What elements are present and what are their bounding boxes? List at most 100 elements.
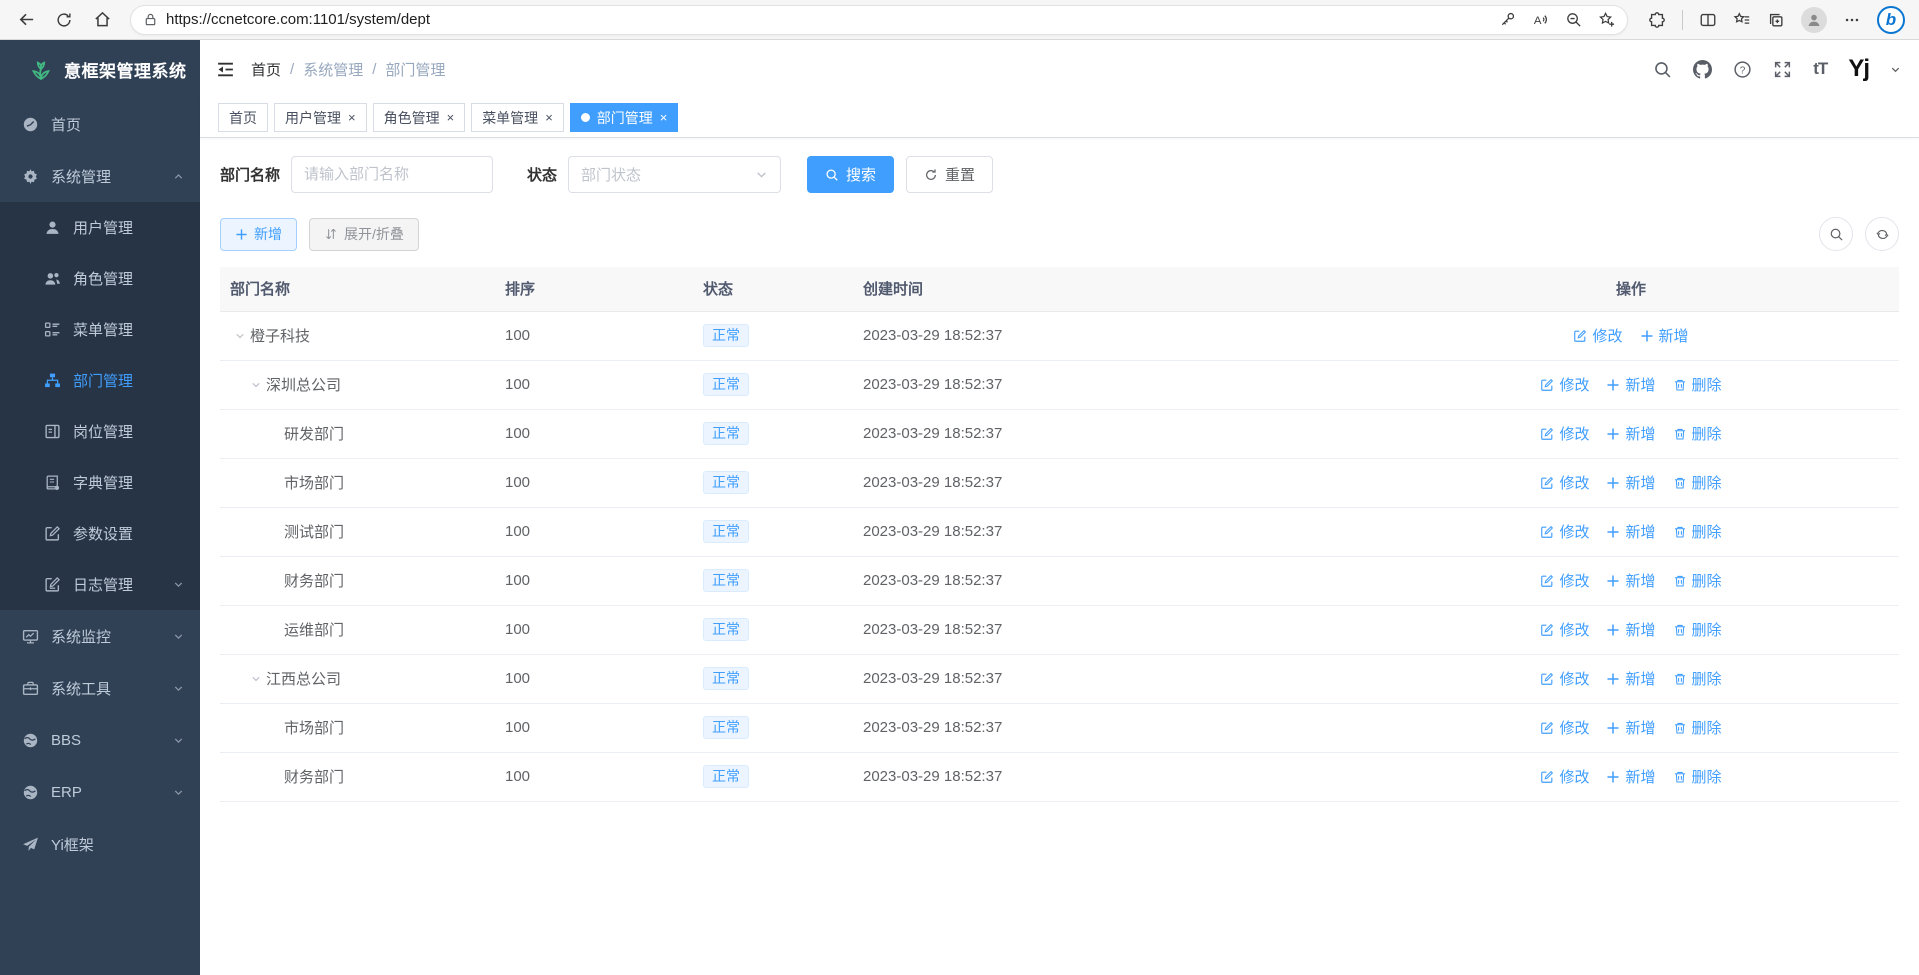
address-bar[interactable]: https://ccnetcore.com:1101/system/dept A xyxy=(130,5,1628,35)
split-screen-icon[interactable] xyxy=(1699,11,1717,29)
sidebar-subitem-1[interactable]: 角色管理 xyxy=(0,253,200,304)
sidebar-subitem-7[interactable]: 日志管理 xyxy=(0,559,200,610)
sidebar-item-3[interactable]: 系统工具 xyxy=(0,662,200,714)
close-tab-icon[interactable]: × xyxy=(447,110,455,125)
font-size-icon[interactable]: tT xyxy=(1813,59,1827,79)
tag-tab-3[interactable]: 菜单管理 × xyxy=(471,103,564,132)
dept-name[interactable]: 橙子科技 xyxy=(250,325,310,346)
add-button[interactable]: 新增 xyxy=(220,218,297,251)
collections-icon[interactable] xyxy=(1767,11,1785,29)
row-action-plus[interactable]: 新增 xyxy=(1606,766,1655,787)
show-search-circle-button[interactable] xyxy=(1819,217,1853,251)
tag-tab-0[interactable]: 首页 xyxy=(218,103,268,132)
app-logo[interactable]: 意框架管理系统 xyxy=(0,40,200,98)
row-action-plus[interactable]: 新增 xyxy=(1606,472,1655,493)
sidebar-subitem-2[interactable]: 菜单管理 xyxy=(0,304,200,355)
dept-name[interactable]: 测试部门 xyxy=(284,521,344,542)
fullscreen-icon[interactable] xyxy=(1773,60,1792,79)
dept-name[interactable]: 市场部门 xyxy=(284,717,344,738)
sidebar-item-0[interactable]: 首页 xyxy=(0,98,200,150)
plus-icon xyxy=(1606,476,1620,490)
close-tab-icon[interactable]: × xyxy=(545,110,553,125)
dept-name[interactable]: 运维部门 xyxy=(284,619,344,640)
row-action-trash[interactable]: 删除 xyxy=(1673,766,1722,787)
row-action-trash[interactable]: 删除 xyxy=(1673,717,1722,738)
row-action-edit[interactable]: 修改 xyxy=(1540,766,1589,787)
row-action-edit[interactable]: 修改 xyxy=(1540,521,1589,542)
row-action-plus[interactable]: 新增 xyxy=(1606,521,1655,542)
row-action-trash[interactable]: 删除 xyxy=(1673,423,1722,444)
tag-tab-4[interactable]: 部门管理 × xyxy=(570,103,679,132)
user-menu-caret-icon[interactable] xyxy=(1890,64,1901,75)
github-icon[interactable] xyxy=(1693,60,1712,79)
user-avatar-logo[interactable]: Yj xyxy=(1848,55,1869,83)
row-action-edit[interactable]: 修改 xyxy=(1540,717,1589,738)
refresh-table-circle-button[interactable] xyxy=(1865,217,1899,251)
sidebar-item-6[interactable]: Yi框架 xyxy=(0,818,200,870)
dept-name[interactable]: 江西总公司 xyxy=(266,668,341,689)
browser-profile-avatar[interactable] xyxy=(1801,7,1827,33)
row-action-plus[interactable]: 新增 xyxy=(1606,570,1655,591)
dept-name[interactable]: 市场部门 xyxy=(284,472,344,493)
bing-chat-icon[interactable]: b xyxy=(1877,6,1905,34)
row-action-plus[interactable]: 新增 xyxy=(1640,325,1689,346)
row-action-edit[interactable]: 修改 xyxy=(1540,619,1589,640)
sidebar-subitem-3[interactable]: 部门管理 xyxy=(0,355,200,406)
row-action-edit[interactable]: 修改 xyxy=(1540,374,1589,395)
help-icon[interactable]: ? xyxy=(1733,60,1752,79)
row-action-plus[interactable]: 新增 xyxy=(1606,423,1655,444)
breadcrumb-home[interactable]: 首页 xyxy=(251,59,281,80)
sidebar-item-4[interactable]: BBS xyxy=(0,714,200,766)
sidebar-subitem-6[interactable]: 参数设置 xyxy=(0,508,200,559)
sidebar-subitem-4[interactable]: 岗位管理 xyxy=(0,406,200,457)
row-action-edit[interactable]: 修改 xyxy=(1540,472,1589,493)
row-action-edit[interactable]: 修改 xyxy=(1540,570,1589,591)
row-action-edit[interactable]: 修改 xyxy=(1540,423,1589,444)
row-action-trash[interactable]: 删除 xyxy=(1673,374,1722,395)
dashboard-icon xyxy=(22,116,39,133)
sidebar-item-1[interactable]: 系统管理 xyxy=(0,150,200,202)
add-favorite-star-icon[interactable] xyxy=(1598,11,1615,28)
tag-tab-1[interactable]: 用户管理 × xyxy=(274,103,367,132)
zoom-out-icon[interactable] xyxy=(1565,11,1582,28)
row-action-trash[interactable]: 删除 xyxy=(1673,570,1722,591)
row-action-trash[interactable]: 删除 xyxy=(1673,521,1722,542)
dept-name[interactable]: 财务部门 xyxy=(284,766,344,787)
dept-name[interactable]: 深圳总公司 xyxy=(266,374,341,395)
extensions-icon[interactable] xyxy=(1648,11,1666,29)
sidebar-item-5[interactable]: ERP xyxy=(0,766,200,818)
row-action-edit[interactable]: 修改 xyxy=(1540,668,1589,689)
collapse-sidebar-icon[interactable] xyxy=(216,60,235,79)
sidebar-subitem-5[interactable]: 字典管理 xyxy=(0,457,200,508)
expand-collapse-button[interactable]: 展开/折叠 xyxy=(309,218,419,251)
browser-settings-ellipsis-icon[interactable] xyxy=(1843,11,1861,29)
favorites-list-icon[interactable] xyxy=(1733,11,1751,29)
row-action-plus[interactable]: 新增 xyxy=(1606,668,1655,689)
close-tab-icon[interactable]: × xyxy=(660,110,668,125)
search-button[interactable]: 搜索 xyxy=(807,156,894,193)
row-action-trash[interactable]: 删除 xyxy=(1673,619,1722,640)
read-aloud-icon[interactable]: A xyxy=(1532,11,1549,28)
status-select[interactable]: 部门状态 xyxy=(568,156,781,193)
row-action-plus[interactable]: 新增 xyxy=(1606,717,1655,738)
browser-refresh-button[interactable] xyxy=(48,4,80,36)
row-action-trash[interactable]: 删除 xyxy=(1673,472,1722,493)
dept-name[interactable]: 财务部门 xyxy=(284,570,344,591)
reset-button[interactable]: 重置 xyxy=(906,156,993,193)
sidebar-subitem-0[interactable]: 用户管理 xyxy=(0,202,200,253)
dept-name[interactable]: 研发部门 xyxy=(284,423,344,444)
browser-back-button[interactable] xyxy=(10,4,42,36)
header-search-icon[interactable] xyxy=(1653,60,1672,79)
row-action-edit[interactable]: 修改 xyxy=(1573,325,1622,346)
tag-tab-2[interactable]: 角色管理 × xyxy=(373,103,466,132)
dept-name-input[interactable] xyxy=(291,156,493,193)
row-action-trash[interactable]: 删除 xyxy=(1673,668,1722,689)
row-action-plus[interactable]: 新增 xyxy=(1606,374,1655,395)
site-info-lock-icon[interactable] xyxy=(143,12,158,27)
url-text[interactable]: https://ccnetcore.com:1101/system/dept xyxy=(166,11,430,28)
close-tab-icon[interactable]: × xyxy=(348,110,356,125)
sidebar-item-2[interactable]: 系统监控 xyxy=(0,610,200,662)
password-key-icon[interactable] xyxy=(1499,11,1516,28)
browser-home-button[interactable] xyxy=(86,4,118,36)
row-action-plus[interactable]: 新增 xyxy=(1606,619,1655,640)
